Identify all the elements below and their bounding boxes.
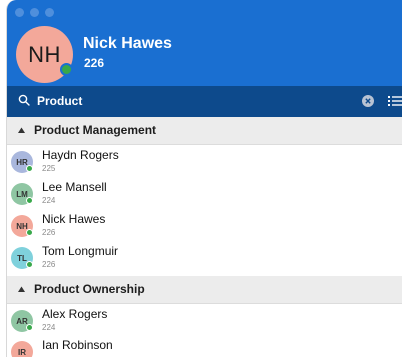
list-view-icon[interactable]	[388, 95, 402, 107]
search-input[interactable]	[37, 91, 337, 111]
current-user-name: Nick Hawes	[83, 35, 172, 52]
minimize-window-button[interactable]	[30, 8, 39, 17]
contact-row[interactable]: NH Nick Hawes 226	[7, 210, 402, 241]
group-title: Product Management	[34, 123, 157, 137]
contact-name: Alex Rogers	[42, 307, 108, 321]
current-user-initials: NH	[28, 41, 61, 67]
group-title: Product Ownership	[34, 282, 145, 296]
contacts-window: NH Nick Hawes 226 Product Manage	[6, 0, 402, 357]
search-icon	[18, 94, 30, 106]
contact-row[interactable]: LM Lee Mansell 224	[7, 178, 402, 209]
collapse-caret-icon	[18, 286, 25, 292]
contact-name: Haydn Rogers	[42, 148, 119, 162]
contact-avatar: IR	[11, 341, 33, 357]
contact-extension: 224	[42, 196, 56, 205]
collapse-caret-icon	[18, 127, 25, 133]
contact-row[interactable]: HR Haydn Rogers 225	[7, 146, 402, 177]
current-user-extension: 226	[84, 56, 105, 70]
contact-extension: 226	[42, 228, 56, 237]
contact-row[interactable]: IR Ian Robinson	[7, 336, 402, 357]
group-header-product-ownership[interactable]: Product Ownership	[7, 276, 402, 304]
header: NH Nick Hawes 226	[7, 0, 402, 86]
contact-extension: 224	[42, 323, 56, 332]
group-header-product-management[interactable]: Product Management	[7, 117, 402, 145]
window-controls	[15, 8, 54, 17]
contact-name: Lee Mansell	[42, 180, 107, 194]
contact-name: Tom Longmuir	[42, 244, 119, 258]
presence-status-dot	[26, 165, 33, 172]
contact-row[interactable]: TL Tom Longmuir 226	[7, 242, 402, 273]
presence-status-dot	[26, 324, 33, 331]
zoom-window-button[interactable]	[45, 8, 54, 17]
contact-extension: 226	[42, 260, 56, 269]
current-user-status-dot	[60, 63, 73, 76]
presence-status-dot	[26, 197, 33, 204]
presence-status-dot	[26, 261, 33, 268]
clear-search-icon[interactable]	[362, 95, 374, 107]
contact-name: Ian Robinson	[42, 338, 113, 352]
contact-extension: 225	[42, 164, 56, 173]
presence-status-dot	[26, 229, 33, 236]
search-bar	[7, 86, 402, 117]
contact-row[interactable]: AR Alex Rogers 224	[7, 305, 402, 336]
close-window-button[interactable]	[15, 8, 24, 17]
contact-name: Nick Hawes	[42, 212, 106, 226]
